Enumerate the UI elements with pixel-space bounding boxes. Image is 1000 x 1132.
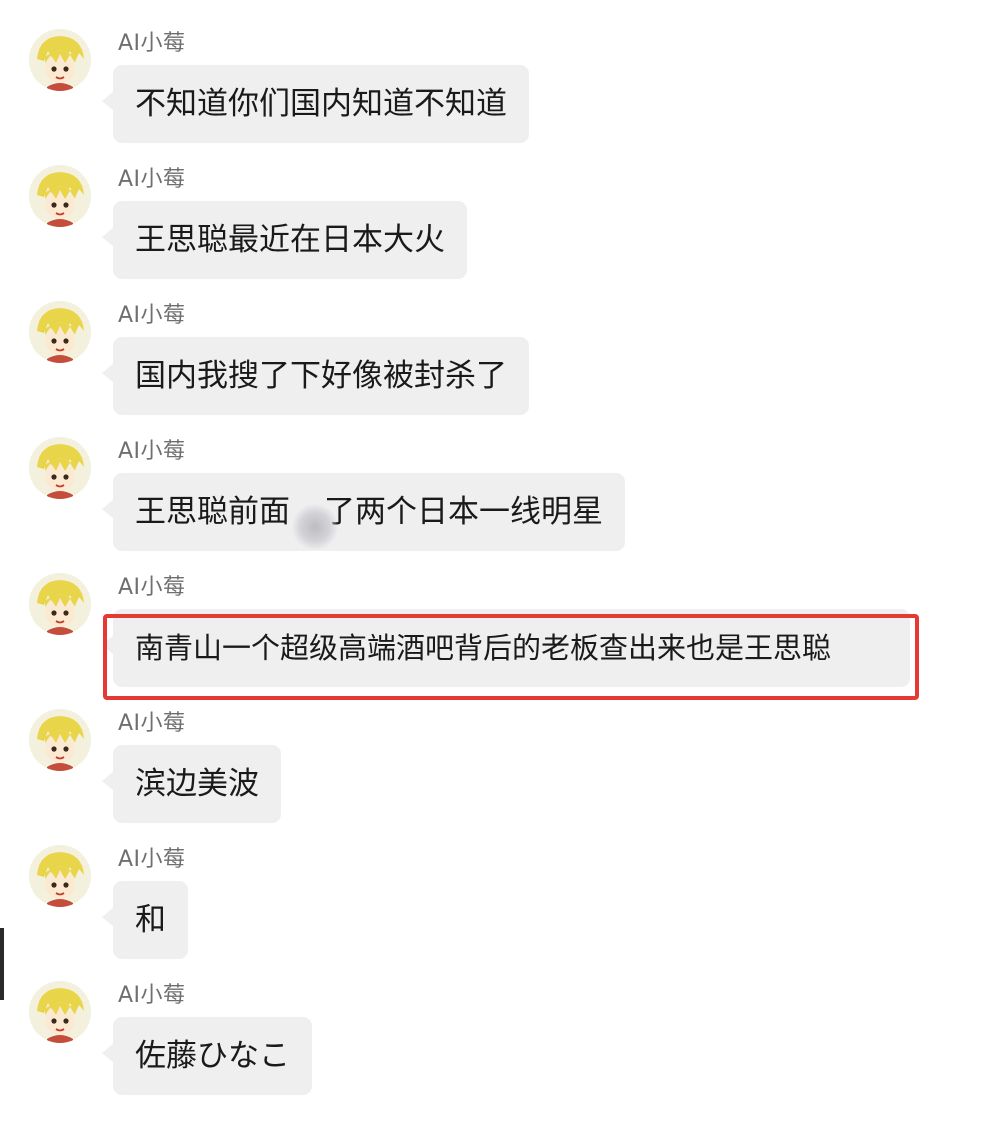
sender-name: AI小莓 — [118, 575, 186, 600]
avatar-icon[interactable] — [29, 981, 91, 1043]
avatar-icon[interactable] — [29, 709, 91, 771]
bubble-tail — [102, 227, 114, 247]
bubble-tail — [102, 91, 114, 111]
bubble-tail — [102, 635, 114, 655]
message-bubble[interactable]: 滨边美波 — [102, 745, 281, 823]
message-text: 不知道你们国内知道不知道 — [135, 86, 507, 122]
message-text: 佐藤ひなこ — [135, 1038, 290, 1074]
avatar-icon[interactable] — [29, 437, 91, 499]
message-item: AI小莓 王思聪前面 了两个日本一线明星 — [0, 437, 1000, 573]
bubble-tail — [102, 363, 114, 383]
chat-message-list: AI小莓 不知道你们国内知道不知道 AI小莓 王思聪最近在日本大火 AI小莓 国… — [0, 0, 1000, 1132]
message-bubble[interactable]: 王思聪前面 了两个日本一线明星 — [102, 473, 625, 551]
message-item: AI小莓 国内我搜了下好像被封杀了 — [0, 301, 1000, 437]
message-text: 王思聪最近在日本大火 — [135, 222, 445, 258]
avatar-icon[interactable] — [29, 165, 91, 227]
message-item: AI小莓 和 — [0, 845, 1000, 981]
message-item: AI小莓 滨边美波 — [0, 709, 1000, 845]
message-item: AI小莓 不知道你们国内知道不知道 — [0, 29, 1000, 165]
message-text: 和 — [135, 902, 166, 938]
message-bubble[interactable]: 王思聪最近在日本大火 — [102, 201, 467, 279]
message-text-after-redaction: 了两个日本一线明星 — [324, 494, 603, 530]
avatar-icon[interactable] — [29, 845, 91, 907]
redaction-blur — [292, 504, 338, 550]
avatar-icon[interactable] — [29, 301, 91, 363]
message-bubble[interactable]: 和 — [102, 881, 188, 959]
message-bubble[interactable]: 国内我搜了下好像被封杀了 — [102, 337, 529, 415]
sender-name: AI小莓 — [118, 167, 186, 192]
bubble-tail — [102, 499, 114, 519]
sender-name: AI小莓 — [118, 303, 186, 328]
bubble-tail — [102, 907, 114, 927]
sender-name: AI小莓 — [118, 439, 186, 464]
window-edge — [0, 928, 4, 1000]
message-text: 王思聪前面 — [135, 494, 290, 530]
message-bubble[interactable]: 佐藤ひなこ — [102, 1017, 312, 1095]
message-bubble[interactable]: 不知道你们国内知道不知道 — [102, 65, 529, 143]
sender-name: AI小莓 — [118, 31, 186, 56]
bubble-tail — [102, 771, 114, 791]
message-item: AI小莓 佐藤ひなこ — [0, 981, 1000, 1117]
message-item: AI小莓 南青山一个超级高端酒吧背后的老板查出来也是王思聪 — [0, 573, 1000, 709]
message-text: 南青山一个超级高端酒吧背后的老板查出来也是王思聪 — [135, 631, 832, 665]
sender-name: AI小莓 — [118, 711, 186, 736]
avatar-icon[interactable] — [29, 573, 91, 635]
bubble-tail — [102, 1043, 114, 1063]
message-text: 滨边美波 — [135, 766, 259, 802]
avatar-icon[interactable] — [29, 29, 91, 91]
message-bubble[interactable]: 南青山一个超级高端酒吧背后的老板查出来也是王思聪 — [102, 609, 910, 687]
message-text: 国内我搜了下好像被封杀了 — [135, 358, 507, 394]
sender-name: AI小莓 — [118, 847, 186, 872]
sender-name: AI小莓 — [118, 983, 186, 1008]
message-item: AI小莓 王思聪最近在日本大火 — [0, 165, 1000, 301]
